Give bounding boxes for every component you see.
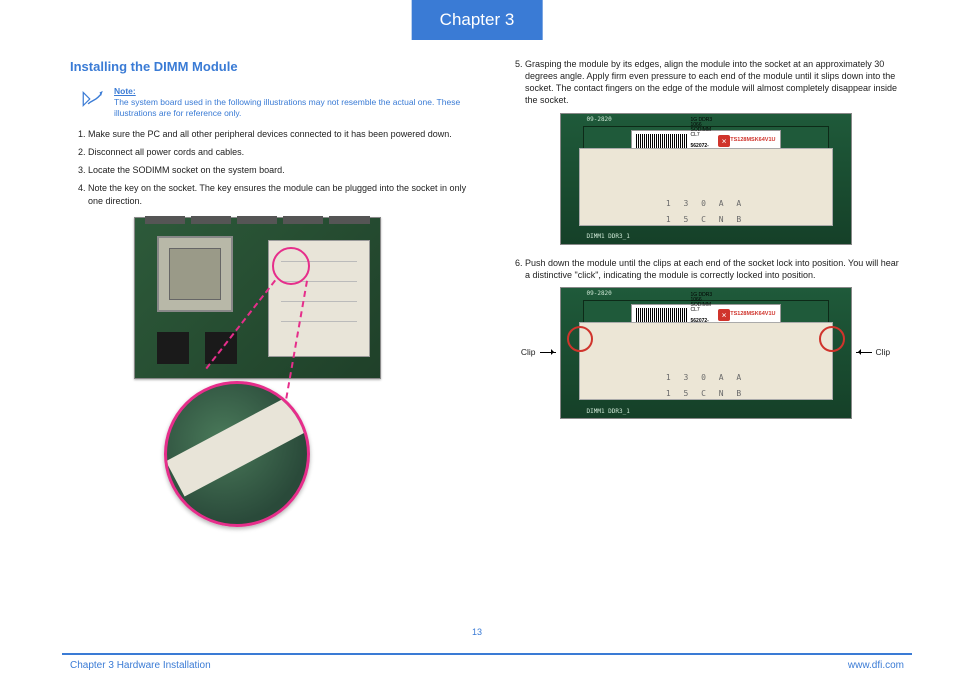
left-column: Installing the DIMM Module Note: The sys…: [70, 58, 467, 625]
clip-callout-right: [819, 326, 845, 352]
chapter-tab: Chapter 3: [412, 0, 543, 40]
pcb-silkscreen: 09-2820: [587, 116, 612, 124]
list-item: Locate the SODIMM socket on the system b…: [88, 164, 467, 176]
memory-photo-step6: 09-2820 1G DDR3 1066 SODIMM CL7 562072-0…: [560, 287, 852, 419]
footer-right-text: www.dfi.com: [848, 660, 904, 671]
memory-photo-step5: 09-2820 1G DDR3 1066 SODIMM CL7 562072-0…: [560, 113, 852, 245]
right-column: Grasping the module by its edges, align …: [507, 58, 904, 625]
sticker-code: TS128MSK64V1U: [730, 137, 775, 144]
page-number: 13: [0, 627, 954, 637]
left-steps-list: Make sure the PC and all other periphera…: [70, 128, 467, 207]
callout-circle-zoom: [164, 381, 310, 527]
pcb-silkscreen-bottom: DIMM1 DDR3_1: [587, 408, 630, 416]
callout-circle-small: [272, 247, 310, 285]
clip-callout-left: [567, 326, 593, 352]
clip-label-left: Clip: [521, 347, 536, 358]
socket-text-2: 1 5 C N B: [580, 215, 832, 226]
list-item: Grasping the module by its edges, align …: [525, 58, 904, 107]
arrow-right-icon: [540, 352, 556, 353]
footer-divider: [62, 653, 912, 655]
pcb-silkscreen-bottom: DIMM1 DDR3_1: [587, 233, 630, 241]
list-item: Disconnect all power cords and cables.: [88, 146, 467, 158]
sticker-line1: 1G DDR3 1066 SODIMM CL7: [691, 293, 716, 313]
socket-text-2: 1 5 C N B: [580, 389, 832, 400]
clip-label-right: Clip: [876, 347, 891, 358]
footer-left-text: Chapter 3 Hardware Installation: [70, 660, 211, 671]
memory-photo-step6-row: Clip 09-2820 1G DDR3 1066 SODIMM CL7 562…: [507, 287, 904, 419]
sodimm-socket: 1 3 0 A A 1 5 C N B: [579, 148, 833, 226]
list-item: Make sure the PC and all other periphera…: [88, 128, 467, 140]
board-illustration: [134, 217, 404, 527]
svg-text:✕: ✕: [722, 312, 727, 319]
stamp-icon: ✕: [718, 309, 730, 321]
note-label: Note:: [114, 86, 136, 96]
note-box: Note: The system board used in the follo…: [80, 86, 467, 120]
content-area: Installing the DIMM Module Note: The sys…: [70, 58, 904, 625]
arrow-left-icon: [856, 352, 872, 353]
stamp-icon: ✕: [718, 135, 730, 147]
barcode-icon: [636, 134, 688, 148]
system-board-image: [134, 217, 381, 379]
list-item: Note the key on the socket. The key ensu…: [88, 182, 467, 206]
sticker-code: TS128MSK64V1U: [730, 311, 775, 318]
sodimm-socket: 1 3 0 A A 1 5 C N B: [579, 322, 833, 400]
list-item: Push down the module until the clips at …: [525, 257, 904, 281]
note-body: The system board used in the following i…: [114, 97, 460, 118]
right-steps-list: Grasping the module by its edges, align …: [507, 58, 904, 107]
note-icon: [80, 86, 106, 115]
note-text: Note: The system board used in the follo…: [114, 86, 467, 120]
right-steps-list-2: Push down the module until the clips at …: [507, 257, 904, 281]
sticker-line1: 1G DDR3 1066 SODIMM CL7: [691, 118, 716, 138]
pcb-silkscreen: 09-2820: [587, 290, 612, 298]
socket-text-1: 1 3 0 A A: [580, 199, 832, 210]
svg-text:✕: ✕: [722, 138, 727, 145]
socket-text-1: 1 3 0 A A: [580, 373, 832, 384]
section-title: Installing the DIMM Module: [70, 58, 467, 76]
barcode-icon: [636, 308, 688, 322]
